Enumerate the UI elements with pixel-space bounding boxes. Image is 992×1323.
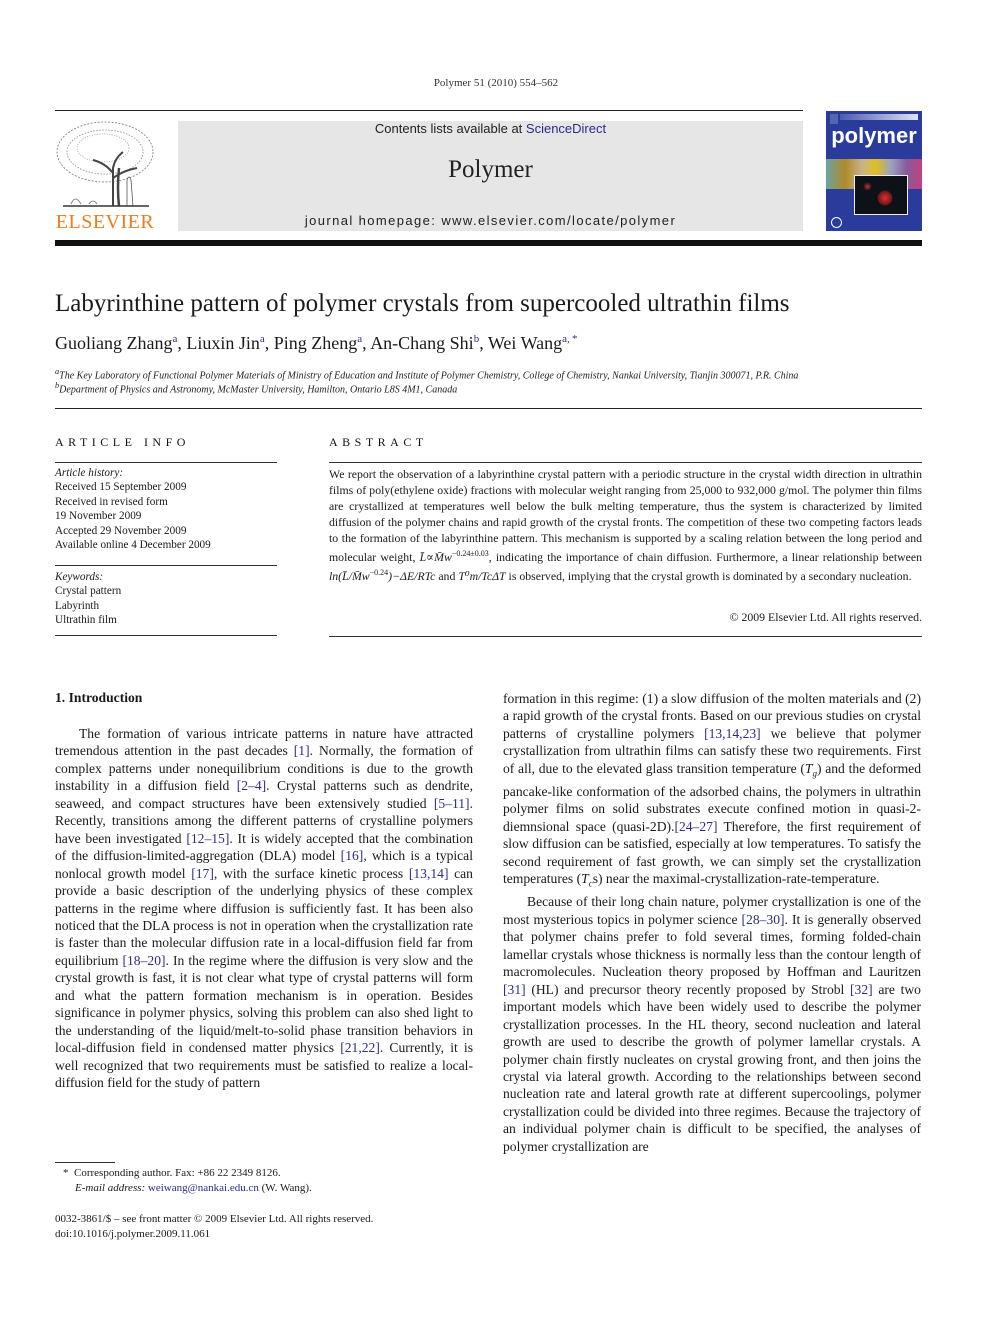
citation-link[interactable]: [2–4] [237,778,266,793]
affiliation-b: bDepartment of Physics and Astronomy, Mc… [55,381,458,396]
divider [55,462,277,463]
keyword: Ultrathin film [55,614,117,627]
math-symbol: Tg [804,760,817,779]
homepage-prefix: journal homepage: [304,213,442,228]
cover-badge-icon [831,217,842,228]
top-rule [55,110,803,111]
journal-homepage: journal homepage: www.elsevier.com/locat… [178,213,803,228]
equation: ln(L̄/M̄w [329,568,370,583]
divider [329,636,922,637]
sciencedirect-link[interactable]: ScienceDirect [526,121,606,136]
author-list: Guoliang Zhanga, Liuxin Jina, Ping Zheng… [55,333,578,353]
citation-link[interactable]: [28–30] [742,912,785,927]
author[interactable]: An-Chang Shib [370,333,479,353]
cover-title: polymer [831,123,917,148]
history-label: Article history: [55,467,124,479]
keyword: Crystal pattern [55,585,122,598]
math-symbol: Tc [581,871,593,889]
divider [55,565,277,566]
divider [329,462,922,463]
equation: T⁰m/TcΔT [458,568,506,583]
citation-link[interactable]: [13,14] [409,866,449,881]
history-item: Accepted 29 November 2009 [55,524,187,537]
contents-prefix: Contents lists available at [374,121,526,136]
history-item: Available online 4 December 2009 [55,539,211,552]
doi[interactable]: doi:10.1016/j.polymer.2009.11.061 [55,1227,495,1242]
paragraph: The formation of various intricate patte… [55,726,474,1091]
homepage-link[interactable]: www.elsevier.com/locate/polymer [441,213,676,228]
body-column-left: The formation of various intricate patte… [55,725,473,1092]
contents-line: Contents lists available at ScienceDirec… [178,121,803,136]
citation-link[interactable]: [21,22] [340,1040,380,1055]
author[interactable]: Guoliang Zhanga [55,333,177,353]
article-info-heading: ARTICLE INFO [55,435,190,449]
cover-inset-image [854,175,908,215]
paragraph: Because of their long chain nature, poly… [503,894,921,1154]
citation-link[interactable]: [12–15] [186,831,229,846]
citation-link[interactable]: [31] [503,982,526,997]
footnote-rule [55,1162,115,1163]
author[interactable]: Wei Wanga, * [488,333,578,353]
front-matter: 0032-3861/$ – see front matter © 2009 El… [55,1212,495,1242]
running-head: Polymer 51 (2010) 554–562 [433,77,559,89]
citation-link[interactable]: [24–27] [674,819,717,834]
issn-line: 0032-3861/$ – see front matter © 2009 El… [55,1213,374,1225]
equation: L̄∝M̄w [419,549,452,564]
history-item: Received in revised form [55,495,168,508]
keywords-label: Keywords: [55,571,104,583]
abstract-heading: ABSTRACT [329,435,428,449]
citation-link[interactable]: [18–20] [122,953,165,968]
article-history: Article history: Received 15 September 2… [55,466,277,552]
keyword: Labyrinth [55,599,100,612]
email-link[interactable]: weiwang@nankai.edu.cn [148,1182,259,1194]
citation-link[interactable]: [32] [850,982,873,997]
citation-link[interactable]: [13,14,23] [704,726,761,741]
keywords: Keywords: Crystal pattern Labyrinth Ultr… [55,570,277,628]
divider [55,635,277,636]
citation-link[interactable]: [17] [191,866,214,881]
journal-name: Polymer [448,156,533,183]
citation-link[interactable]: [5–11] [434,796,470,811]
history-item: Received 15 September 2009 [55,481,187,494]
section-heading: 1. Introduction [55,690,143,705]
affiliation-a: aThe Key Laboratory of Functional Polyme… [55,367,799,382]
history-item: 19 November 2009 [55,510,142,523]
copyright-notice: © 2009 Elsevier Ltd. All rights reserved… [729,610,922,624]
paragraph: formation in this regime: (1) a slow dif… [503,691,921,889]
corresponding-footnote: * Corresponding author. Fax: +86 22 2349… [63,1167,312,1194]
header-thick-rule [55,240,922,246]
body-column-right: formation in this regime: (1) a slow dif… [503,690,921,1155]
article-title: Labyrinthine pattern of polymer crystals… [55,290,790,317]
abstract-text: We report the observation of a labyrinth… [329,467,922,583]
author[interactable]: Liuxin Jina [186,333,264,353]
affiliation-rule [55,408,922,409]
citation-link[interactable]: [16] [341,848,364,863]
journal-cover-image[interactable]: polymer [826,111,922,231]
citation-link[interactable]: [1] [294,743,310,758]
cover-band [840,114,918,120]
author[interactable]: Ping Zhenga [274,333,362,353]
elsevier-wordmark: ELSEVIER [55,211,155,233]
